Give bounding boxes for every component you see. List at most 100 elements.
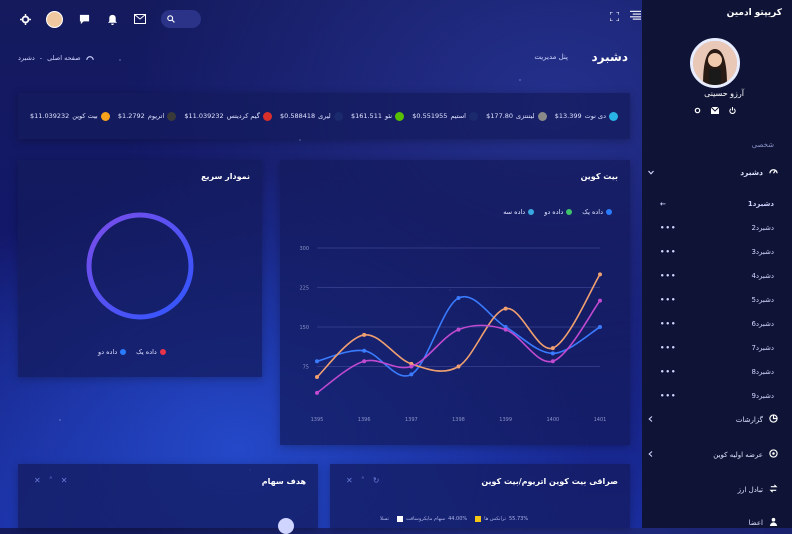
topbar-left-icons xyxy=(18,10,201,28)
ticker-name: لیتنتزی xyxy=(516,112,535,120)
ticker-value: $0.588418 xyxy=(279,112,316,120)
legend-swatch xyxy=(159,349,166,355)
ticker-name: نئو xyxy=(384,112,393,120)
panel-title: صراقی بیت کوین اتریوم/بیت کوین xyxy=(481,477,618,486)
data-point[interactable] xyxy=(315,359,319,364)
legend-item[interactable]: داده دو xyxy=(98,348,127,356)
breadcrumb-home[interactable]: صفحه اصلی xyxy=(47,54,80,63)
search-input[interactable] xyxy=(161,10,201,28)
ticker-item[interactable]: $11.039232 بیت کوین xyxy=(30,111,110,121)
mail-small-icon[interactable] xyxy=(710,106,720,116)
sidebar-subitem[interactable]: ••• دشبرد6 xyxy=(660,320,774,328)
sidebar-item-dashboard[interactable]: دشبرد xyxy=(642,167,778,178)
data-point[interactable] xyxy=(503,327,508,332)
sidebar-subitem[interactable]: ••• دشبرد8 xyxy=(660,368,774,376)
chevron-left-icon xyxy=(648,450,653,459)
sidebar-subitem[interactable]: ••• دشبرد5 xyxy=(660,296,774,304)
data-point[interactable] xyxy=(409,372,414,377)
sidebar-subitem[interactable]: ••• دشبرد4 xyxy=(660,272,774,280)
refresh-icon[interactable]: ↻ xyxy=(373,476,380,485)
breadcrumb-separator: - xyxy=(39,54,43,62)
sidebar-subitem[interactable]: ••• دشبرد2 xyxy=(660,224,774,232)
chevron-left-icon xyxy=(648,415,653,424)
ticker-item[interactable]: $0.588418 لیری xyxy=(279,111,343,121)
data-point[interactable] xyxy=(598,325,602,329)
mail-icon[interactable] xyxy=(133,12,147,26)
dots-icon: ••• xyxy=(660,272,677,280)
collapse-icon[interactable]: ˄ xyxy=(49,476,53,485)
bell-icon[interactable] xyxy=(105,12,119,26)
data-point[interactable] xyxy=(362,332,367,337)
sidebar-item-ico[interactable]: عرضه اولیه کوین xyxy=(642,449,778,460)
breadcrumb-current[interactable]: دشبرد xyxy=(18,54,35,63)
sidebar-subitem[interactable]: ••• دشبرد7 xyxy=(660,344,774,352)
legend-item: 44.00% سهام مایکروسافت xyxy=(396,516,467,522)
sidebar-item-reports[interactable]: گزارشات xyxy=(642,414,778,425)
legend-swatch xyxy=(120,349,127,355)
sidebar-item-exchange[interactable]: تبادل ارز xyxy=(642,484,778,495)
data-point[interactable] xyxy=(456,327,461,332)
sidebar-item-members[interactable]: اعضا xyxy=(642,517,778,528)
brand-title: کریپتو ادمین xyxy=(726,8,782,18)
ticker-item[interactable]: $161.511 نئو xyxy=(351,111,405,121)
sidebar-subitem-label: دشبرد5 xyxy=(751,296,774,304)
coin-icon xyxy=(769,449,778,460)
ticker-item[interactable]: $177.80 لیتنتزی xyxy=(486,111,547,121)
sidebar-subitem[interactable]: ••• دشبرد3 xyxy=(660,248,774,256)
data-point[interactable] xyxy=(362,359,367,364)
user-avatar[interactable] xyxy=(46,10,63,28)
ticker-item[interactable]: $1.2792 اتریوم xyxy=(117,111,177,121)
data-point[interactable] xyxy=(315,375,319,380)
bottom-legend: 55.73% ترانکس ها 44.00% سهام مایکروسافت تس… xyxy=(380,516,528,522)
legend-value: 55.73% xyxy=(509,516,529,522)
x-tick-label: 1396 xyxy=(358,417,371,423)
data-point[interactable] xyxy=(362,348,367,353)
menu-icon[interactable] xyxy=(628,8,642,22)
gear-icon[interactable] xyxy=(18,12,32,26)
sidebar-item-label: دشبرد xyxy=(740,168,763,177)
sidebar-subitem[interactable]: ← دشبرد1 xyxy=(660,200,774,208)
x-tick-label: 1400 xyxy=(546,417,559,423)
donut-chart xyxy=(86,212,194,320)
sidebar-item-label: اعضا xyxy=(748,518,763,527)
sidebar: کریپتو ادمین آرزو حسینی شخصی دشبرد ← دشبر… xyxy=(642,0,792,528)
sidebar-subitem[interactable]: ••• دشبرد9 xyxy=(660,392,774,400)
coin-icon xyxy=(333,111,343,121)
fullscreen-icon[interactable] xyxy=(607,9,621,23)
data-point[interactable] xyxy=(456,364,461,369)
ticker-item[interactable]: $0.551955 استیم xyxy=(412,111,478,121)
legend-item[interactable]: داده یک xyxy=(136,348,166,356)
close-icon[interactable]: ✕ xyxy=(346,476,353,485)
ticker-value: $0.551955 xyxy=(412,112,448,120)
profile-avatar[interactable] xyxy=(690,38,740,88)
legend-label: ترانکس ها xyxy=(484,516,506,522)
close-icon[interactable]: ✕ xyxy=(34,476,41,485)
data-point[interactable] xyxy=(598,298,602,303)
data-point[interactable] xyxy=(456,296,461,301)
arrow-left-icon: ← xyxy=(660,200,667,208)
legend-label: داده دو xyxy=(98,348,118,356)
data-point[interactable] xyxy=(550,359,555,364)
data-point[interactable] xyxy=(550,351,555,356)
exchange-panel: صراقی بیت کوین اتریوم/بیت کوین ✕ ˄ ↻ 55.… xyxy=(330,464,630,528)
ticker-item[interactable]: $13.399 دی نوت xyxy=(554,111,618,121)
legend-item: 55.73% ترانکس ها xyxy=(475,516,528,522)
sidebar-item-label: گزارشات xyxy=(735,415,763,424)
data-point[interactable] xyxy=(598,272,602,277)
chat-icon[interactable] xyxy=(77,12,91,26)
ticker-item[interactable]: $11.039232 گیم کردیتس xyxy=(184,111,272,121)
expand-icon[interactable]: ✕ xyxy=(61,476,68,485)
dots-icon: ••• xyxy=(660,248,677,256)
data-point[interactable] xyxy=(503,306,508,311)
data-point[interactable] xyxy=(315,390,319,395)
settings-small-icon[interactable] xyxy=(694,107,701,116)
breadcrumb: دشبرد - صفحه اصلی xyxy=(18,54,94,63)
coin-icon xyxy=(167,111,177,121)
collapse-icon[interactable]: ˄ xyxy=(361,476,365,485)
ticker-value: $1.2792 xyxy=(117,112,145,120)
y-tick-label: 225 xyxy=(299,286,309,292)
data-point[interactable] xyxy=(409,364,414,369)
power-icon[interactable] xyxy=(729,107,736,116)
data-point[interactable] xyxy=(550,346,555,351)
ticker-value: $13.399 xyxy=(554,112,582,120)
